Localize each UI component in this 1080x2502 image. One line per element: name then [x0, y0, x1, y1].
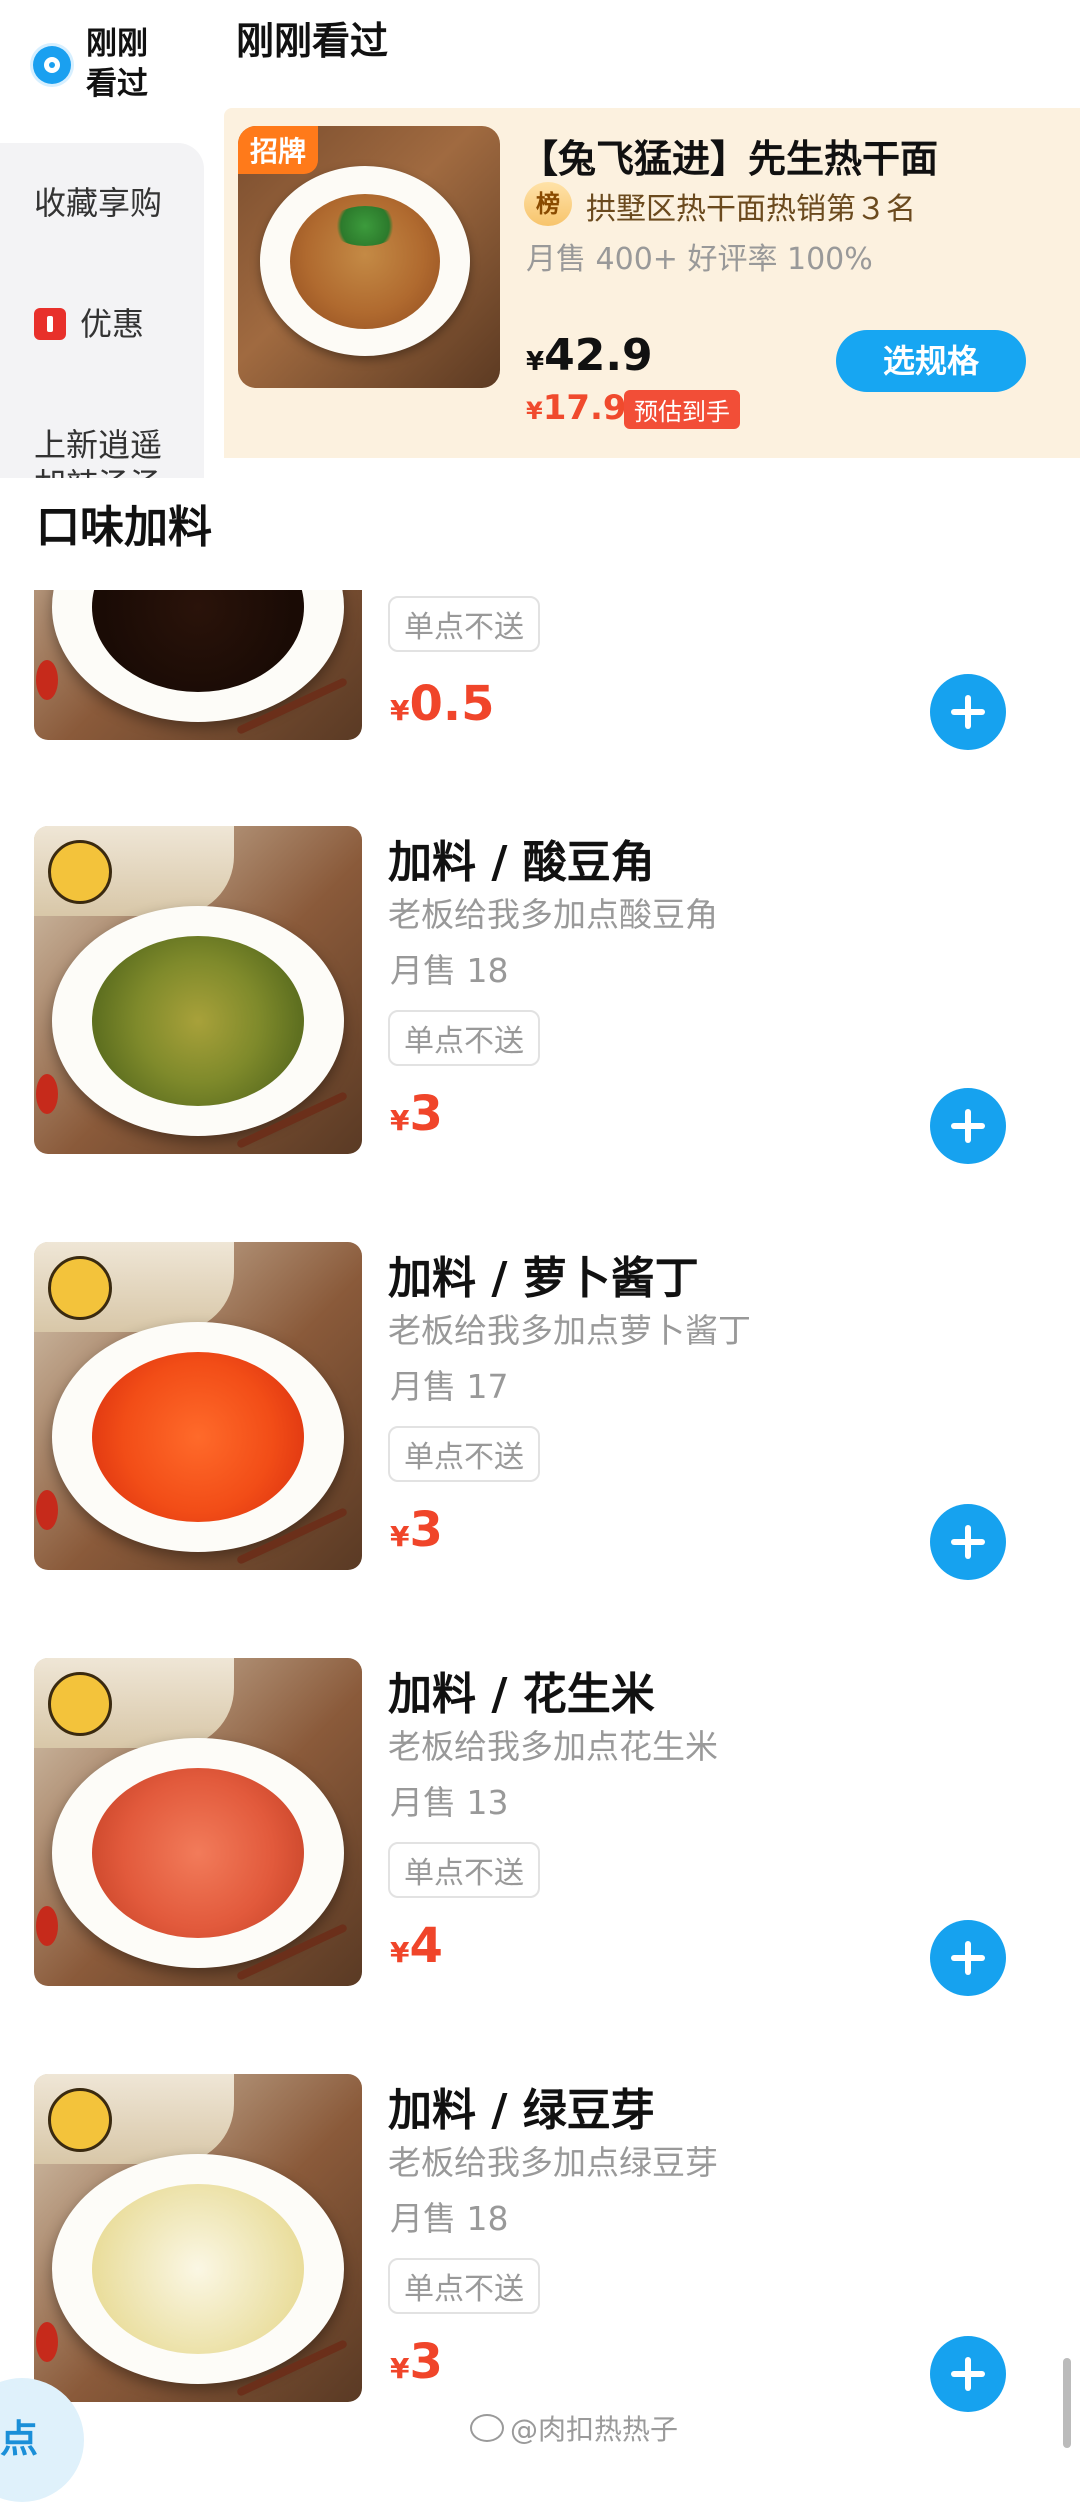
product-title: 加料 / 绿豆芽 [388, 2085, 655, 2136]
no-single-delivery-tag: 单点不送 [388, 596, 540, 652]
weibo-icon [470, 2414, 504, 2442]
scrollbar[interactable] [1063, 2358, 1071, 2448]
price: ¥3 [390, 2334, 443, 2390]
sidebar-item-label: 收藏享购 [34, 184, 163, 222]
recently-viewed-tab[interactable]: 刚刚看过 [30, 18, 190, 108]
add-button[interactable] [930, 1920, 1006, 1996]
list-item[interactable]: 加料 / 萝卜酱丁 老板给我多加点萝卜酱丁 月售 17 单点不送 ¥3 [0, 1242, 1080, 1580]
category-sidebar: 收藏享购 优惠 上新逍遥胡辣汤汤 [0, 143, 204, 493]
add-button[interactable] [930, 1088, 1006, 1164]
product-title: 加料 / 萝卜酱丁 [388, 1253, 699, 1304]
coupon-icon [34, 308, 66, 340]
product-image [34, 2074, 362, 2402]
section-title: 口味加料 [0, 478, 1080, 578]
rank-badge-icon: 榜 [524, 182, 572, 226]
product-image [34, 590, 362, 740]
sidebar-item-discount[interactable]: 优惠 [34, 299, 144, 345]
no-single-delivery-tag: 单点不送 [388, 1010, 540, 1066]
monthly-sales: 月售 18 [390, 2199, 509, 2238]
estimated-label: 预估到手 [624, 390, 740, 429]
product-title: 加料 / 酸豆角 [388, 837, 655, 888]
monthly-sales: 月售 13 [390, 1783, 509, 1822]
signature-badge: 招牌 [238, 126, 319, 174]
list-item[interactable]: 加料 / 绿豆芽 老板给我多加点绿豆芽 月售 18 单点不送 ¥3 [0, 2074, 1080, 2412]
page-title: 刚刚看过 [236, 19, 389, 63]
price: ¥4 [390, 1918, 443, 1974]
product-name: 【兔飞猛进】先生热干面 [520, 137, 939, 181]
product-image [34, 1242, 362, 1570]
monthly-sales: 月售 18 [390, 951, 509, 990]
no-single-delivery-tag: 单点不送 [388, 1842, 540, 1898]
watermark: @肉扣热热子 [470, 2408, 678, 2448]
no-single-delivery-tag: 单点不送 [388, 1426, 540, 1482]
rank-text: 拱墅区热干面热销第３名 [586, 192, 916, 227]
sales-info: 月售 400+ 好评率 100% [526, 242, 873, 277]
list-item[interactable] [0, 590, 1080, 740]
eye-icon [33, 46, 71, 84]
add-button[interactable] [930, 674, 1006, 750]
product-image [34, 826, 362, 1154]
product-desc: 老板给我多加点萝卜酱丁 [388, 1311, 751, 1350]
price: ¥0.5 [390, 676, 495, 732]
sidebar-item-favorites[interactable]: 收藏享购 [34, 178, 162, 224]
recent-product-card[interactable]: 招牌 【兔飞猛进】先生热干面 榜 拱墅区热干面热销第３名 月售 400+ 好评率… [224, 108, 1080, 458]
price: ¥42.9 [526, 330, 653, 381]
price: ¥3 [390, 1502, 443, 1558]
product-title: 加料 / 花生米 [388, 1669, 655, 1720]
product-desc: 老板给我多加点花生米 [388, 1727, 718, 1766]
add-button[interactable] [930, 1504, 1006, 1580]
list-item[interactable]: 加料 / 花生米 老板给我多加点花生米 月售 13 单点不送 ¥4 [0, 1658, 1080, 1996]
product-desc: 老板给我多加点绿豆芽 [388, 2143, 718, 2182]
product-desc: 老板给我多加点酸豆角 [388, 895, 718, 934]
add-button[interactable] [930, 2336, 1006, 2412]
recently-viewed-tab-label: 刚刚看过 [86, 26, 148, 102]
price: ¥3 [390, 1086, 443, 1142]
product-image [34, 1658, 362, 1986]
product-image: 招牌 [238, 126, 500, 388]
no-single-delivery-tag: 单点不送 [388, 2258, 540, 2314]
estimated-price: ¥17.9 [526, 388, 627, 428]
select-spec-button[interactable]: 选规格 [836, 330, 1026, 392]
list-item[interactable]: 加料 / 酸豆角 老板给我多加点酸豆角 月售 18 单点不送 ¥3 [0, 826, 1080, 1164]
sidebar-item-label: 优惠 [80, 305, 145, 343]
monthly-sales: 月售 17 [390, 1367, 509, 1406]
